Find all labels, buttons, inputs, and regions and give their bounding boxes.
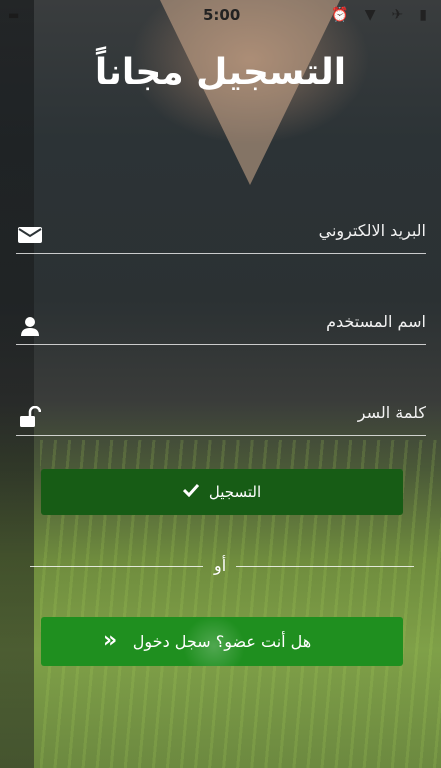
double-chevron-icon: « [103, 628, 118, 653]
check-icon [182, 483, 200, 501]
alarm-icon: ⏰ [331, 7, 349, 23]
username-label: اسم المستخدم [326, 312, 426, 331]
or-label: أو [214, 556, 227, 575]
divider-line-right [236, 566, 414, 567]
battery-icon: ▮ [419, 7, 427, 23]
email-field[interactable]: البريد الالكتروني [16, 213, 426, 254]
email-label: البريد الالكتروني [318, 221, 426, 240]
notification-icon: ▬ [8, 8, 20, 22]
or-divider: أو [30, 556, 414, 576]
login-label: هل أنت عضو؟ سجل دخول [132, 632, 312, 651]
divider-line-left [30, 566, 203, 567]
status-icons: ⏰ ▼ ✈ ▮ [331, 7, 427, 23]
status-time: 5:00 [203, 6, 241, 24]
airplane-icon: ✈ [391, 7, 404, 23]
envelope-icon [16, 223, 44, 247]
register-button[interactable]: التسجيل [41, 469, 403, 515]
page-title: التسجيل مجاناً [94, 52, 347, 93]
username-field[interactable]: اسم المستخدم [16, 304, 426, 345]
password-field[interactable]: كلمة السر [16, 395, 426, 436]
user-icon [16, 314, 44, 338]
status-bar: ▬ 5:00 ⏰ ▼ ✈ ▮ [0, 0, 441, 30]
register-label: التسجيل [208, 483, 262, 501]
unlock-icon [16, 405, 44, 429]
login-button[interactable]: هل أنت عضو؟ سجل دخول « [41, 617, 403, 666]
wifi-icon: ▼ [364, 7, 376, 23]
password-label: كلمة السر [357, 403, 426, 422]
